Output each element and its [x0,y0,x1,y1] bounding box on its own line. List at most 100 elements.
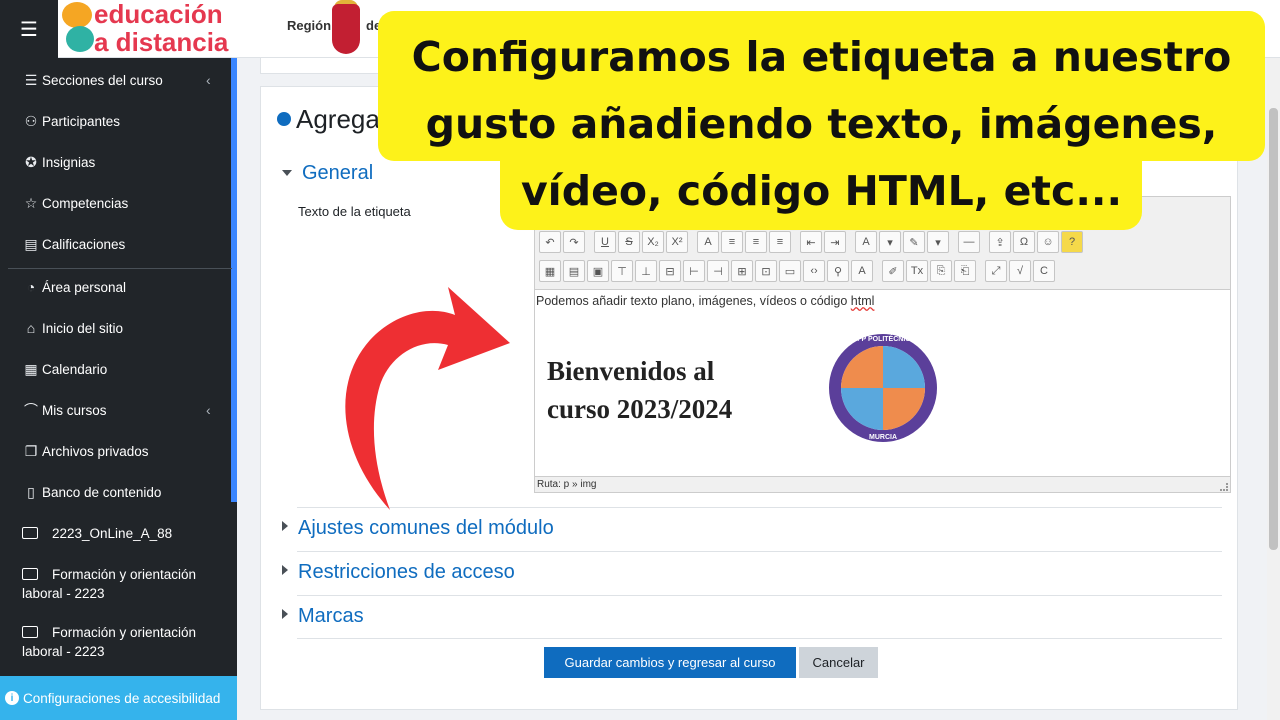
sidebar-course-1[interactable]: Formación y orientación laboral - 2223 [22,565,222,603]
strikethrough-icon[interactable]: S [618,231,640,253]
save-and-return-button[interactable]: Guardar cambios y regresar al curso [544,647,796,678]
section-restrictions[interactable]: Restricciones de acceso [282,561,515,584]
course-label: 2223_OnLine_A_88 [52,526,173,541]
sidebar-item-mis-cursos[interactable]: ⌒ Mis cursos ‹ [22,402,211,418]
sidebar-course-2[interactable]: Formación y orientación laboral - 2223 [22,623,222,661]
horizontal-rule-icon[interactable]: — [958,231,980,253]
sidebar-item-area-personal[interactable]: ◔ Área personal [22,279,126,295]
sidebar-item-banco[interactable]: ▯ Banco de contenido [22,484,161,500]
paste-word-icon[interactable]: ⎗ [954,260,976,282]
section-divider [297,595,1222,596]
cell-props-icon[interactable]: ▣ [587,260,609,282]
sidebar-item-label: Participantes [42,113,121,129]
sidebar-item-label: Calendario [42,361,108,377]
chevron-left-icon[interactable]: ‹ [206,72,211,88]
caret-right-icon [282,565,288,575]
section-label: Restricciones de acceso [298,561,515,583]
chevron-left-icon[interactable]: ‹ [206,402,211,418]
emoticon-icon[interactable]: ☺ [1037,231,1059,253]
files-icon: ❐ [24,442,38,459]
indent-icon[interactable]: ⇥ [824,231,846,253]
spellcheck-icon[interactable]: C [1033,260,1055,282]
welcome-line-2: curso 2023/2024 [547,394,733,424]
split-cells-icon[interactable]: ⊡ [755,260,777,282]
sidebar-item-calendario[interactable]: ▦ Calendario [22,361,107,377]
course-label: Formación y orientación laboral - 2223 [22,567,197,601]
sidebar-item-insignias[interactable]: ✪ Insignias [22,154,95,170]
insert-row-before-icon[interactable]: ⊤ [611,260,633,282]
align-center-icon[interactable]: ≡ [745,231,767,253]
sidebar-item-calificaciones[interactable]: ▤ Calificaciones [22,236,125,252]
clear-format-icon[interactable]: Tx [906,260,928,282]
editor-toolbar-row-2: ▦ ▤ ▣ ⊤ ⊥ ⊟ ⊢ ⊣ ⊞ ⊡ ▭ ‹› ⚲ A ✐ Tx ⎘ ⎗ ⤢ … [539,260,1055,286]
section-common-settings[interactable]: Ajustes comunes del módulo [282,517,554,540]
editor-text: Podemos añadir texto plano, imágenes, ví… [536,294,851,308]
section-general[interactable]: General [282,162,373,185]
editor-content-area[interactable]: Podemos añadir texto plano, imágenes, ví… [535,289,1230,477]
sidebar-item-inicio[interactable]: ⌂ Inicio del sitio [22,320,123,336]
outdent-icon[interactable]: ⇤ [800,231,822,253]
clipboard-icon: ▯ [27,483,35,500]
page-scrollbar-thumb[interactable] [1269,108,1278,550]
row-props-icon[interactable]: ▤ [563,260,585,282]
underline-icon[interactable]: U [594,231,616,253]
sidebar-item-label: Calificaciones [42,236,126,252]
text-color-icon[interactable]: A [855,231,877,253]
section-tags[interactable]: Marcas [282,605,364,628]
chevron-down-icon[interactable]: ▾ [879,231,901,253]
align-right-icon[interactable]: ≡ [769,231,791,253]
sidebar-item-label: Insignias [42,154,96,170]
editor-path-status: Ruta: p » img [537,479,597,490]
sidebar-scrollbar[interactable] [231,58,237,502]
delete-row-icon[interactable]: ⊟ [659,260,681,282]
insert-col-after-icon[interactable]: ⊣ [707,260,729,282]
merge-cells-icon[interactable]: ▭ [779,260,801,282]
code-icon[interactable]: ‹› [803,260,825,282]
font-style-icon[interactable]: A [697,231,719,253]
subscript-icon[interactable]: X₂ [642,231,664,253]
replace-icon[interactable]: A [851,260,873,282]
section-label: Ajustes comunes del módulo [298,517,554,539]
sidebar-item-archivos[interactable]: ❐ Archivos privados [22,443,149,459]
emblem-top-text: CIFP POLITÉCNICO [850,336,916,343]
paste-text-icon[interactable]: ⎘ [930,260,952,282]
special-char-icon[interactable]: Ω [1013,231,1035,253]
undo-icon[interactable]: ↶ [539,231,561,253]
clean-icon[interactable]: ✐ [882,260,904,282]
superscript-icon[interactable]: X² [666,231,688,253]
insert-col-before-icon[interactable]: ⊢ [683,260,705,282]
sidebar-item-label: Secciones del curso [42,72,163,88]
insert-row-after-icon[interactable]: ⊥ [635,260,657,282]
help-icon[interactable]: ? [1061,231,1083,253]
calendar-icon: ▦ [24,360,38,377]
sidebar-divider [8,268,232,269]
accessibility-settings-button[interactable]: i Configuraciones de accesibilidad [0,676,237,720]
delete-col-icon[interactable]: ⊞ [731,260,753,282]
school-emblem-image[interactable]: CIFP POLITÉCNICO MURCIA [829,334,937,442]
equation-icon[interactable]: √ [1009,260,1031,282]
editor-toolbar-row-1: ↶ ↷ U S X₂ X² A ≡ ≡ ≡ ⇤ ⇥ A ▾ ✎ ▾ — ⇪ Ω … [539,231,1083,257]
course-label: Formación y orientación laboral - 2223 [22,625,197,659]
chevron-down-icon[interactable]: ▾ [927,231,949,253]
table-icon[interactable]: ▦ [539,260,561,282]
align-left-icon[interactable]: ≡ [721,231,743,253]
dashboard-icon: ◔ [26,279,36,295]
site-logo[interactable]: educación a distancia Región de [62,0,382,58]
logo-text: educación a distancia [94,0,228,56]
sidebar-item-secciones[interactable]: ☰ Secciones del curso ‹ [22,72,211,89]
sidebar-item-participantes[interactable]: ⚇ Participantes [22,113,120,129]
redo-icon[interactable]: ↷ [563,231,585,253]
welcome-heading: Bienvenidos al curso 2023/2024 [547,352,797,428]
sidebar-course-0[interactable]: 2223_OnLine_A_88 [22,524,222,543]
sidebar-item-competencias[interactable]: ☆ Competencias [22,195,129,211]
gradebook-icon: ▤ [24,235,38,252]
fullscreen-icon[interactable]: ⤢ [985,260,1007,282]
upload-icon[interactable]: ⇪ [989,231,1011,253]
cancel-button[interactable]: Cancelar [799,647,878,678]
hamburger-icon[interactable]: ☰ [0,0,58,58]
resize-handle-icon[interactable] [1220,483,1228,491]
logo-mark-e [62,2,92,28]
emblem-bottom-text: MURCIA [869,434,897,441]
find-icon[interactable]: ⚲ [827,260,849,282]
highlight-color-icon[interactable]: ✎ [903,231,925,253]
